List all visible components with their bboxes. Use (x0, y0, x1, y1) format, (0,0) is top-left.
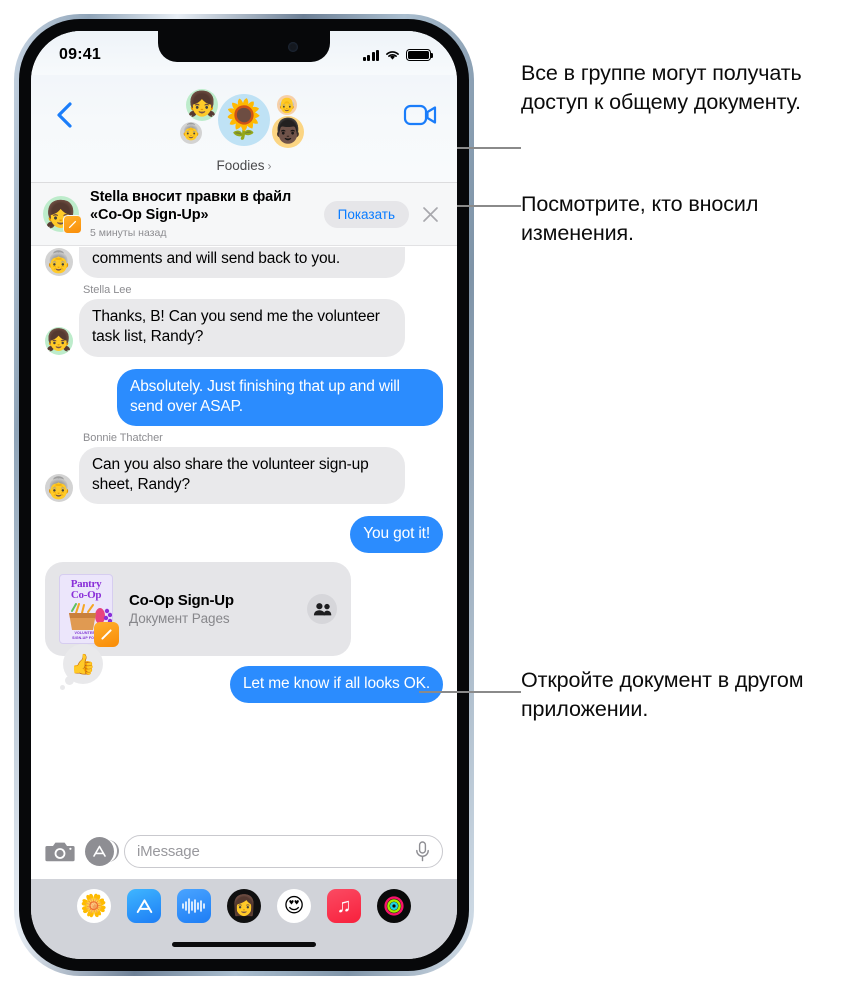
back-button[interactable] (49, 99, 81, 131)
document-kind: Документ Pages (129, 611, 230, 627)
iphone-screen: 09:41 🌻 👧 👵 👴 👨🏿 Foodies › 👧 Stella внос… (31, 31, 457, 959)
group-avatar-cluster[interactable]: 🌻 👧 👵 👴 👨🏿 (164, 89, 324, 157)
message-list[interactable]: 👵 Orientation Handbook, Meena! Adding co… (31, 247, 457, 823)
dock-app-store[interactable] (127, 889, 161, 923)
close-x-icon[interactable] (417, 201, 443, 227)
message-bubble[interactable]: Absolutely. Just finishing that up and w… (117, 368, 448, 427)
message-row: 👵 Orientation Handbook, Meena! Adding co… (45, 247, 443, 279)
chevron-right-icon: › (267, 158, 272, 173)
document-attachment-row: Pantry Co-Op VOLUNTEER SIGN-UP FORM Co-O… (45, 562, 443, 657)
dock-app-memoji-1[interactable]: 👩 (227, 889, 261, 923)
app-store-icon[interactable] (85, 836, 119, 866)
document-name: Co-Op Sign-Up (129, 592, 234, 610)
message-sender-name: Bonnie Thatcher (83, 431, 163, 444)
group-name-button[interactable]: Foodies › (31, 158, 457, 173)
message-group-bonnie-handbook: 👵 Orientation Handbook, Meena! Adding co… (45, 247, 443, 279)
camera-icon[interactable] (45, 838, 75, 864)
collab-title: Stella вносит правки в файл «Co-Op Sign-… (90, 188, 292, 223)
callout-open-in-other-app: Откройте документ в другом приложении. (521, 668, 804, 721)
dock-app-voice-memo[interactable] (177, 889, 211, 923)
document-attachment-card[interactable]: Pantry Co-Op VOLUNTEER SIGN-UP FORM Co-O… (45, 562, 351, 657)
home-indicator (172, 942, 316, 947)
avatar-main-sunflower: 🌻 (218, 94, 270, 146)
collab-text-block: Stella вносит правки в файл «Co-Op Sign-… (90, 189, 318, 239)
waveform-icon (182, 898, 205, 914)
avatar-top-left-memoji: 👧 (186, 89, 218, 121)
app-store-glyph-icon (136, 898, 152, 913)
message-group-me-looksok: 👍 Let me know if all looks OK. (45, 644, 449, 704)
iphone-device-frame: 09:41 🌻 👧 👵 👴 👨🏿 Foodies › 👧 Stella внос… (14, 14, 474, 976)
message-avatar: 👵 (45, 248, 73, 277)
imessage-app-dock: 🌼 👩 😍 ♫ (31, 879, 457, 959)
thumbs-up-reaction[interactable]: 👍 (60, 644, 103, 691)
callout-everyone-access: Все в группе могут получать доступ к общ… (521, 61, 802, 114)
avatar-bottom-left-memoji: 👵 (180, 122, 202, 144)
message-row: Absolutely. Just finishing that up and w… (45, 368, 448, 427)
message-group-bonnie-signup: Bonnie Thatcher 👵 Can you also share the… (45, 431, 443, 505)
message-bubble[interactable]: Orientation Handbook, Meena! Adding comm… (74, 247, 405, 279)
front-camera-icon (288, 42, 298, 52)
message-group-me-absolutely: Absolutely. Just finishing that up and w… (45, 368, 448, 427)
two-people-icon[interactable] (307, 594, 337, 625)
iphone-bezel: 09:41 🌻 👧 👵 👴 👨🏿 Foodies › 👧 Stella внос… (19, 19, 469, 971)
pages-app-icon (63, 215, 82, 234)
activity-rings-icon (384, 896, 404, 916)
collab-avatar-wrapper: 👧 (43, 196, 82, 234)
callout-leader-line (419, 691, 521, 693)
imessage-placeholder: iMessage (137, 842, 200, 860)
collab-timestamp: 5 минуты назад (90, 227, 167, 240)
dock-app-photos[interactable]: 🌼 (77, 889, 111, 923)
collab-show-button[interactable]: Показать (323, 200, 409, 228)
callout-see-who-changed: Посмотрите, кто вносил изменения. (521, 192, 759, 245)
dock-app-music[interactable]: ♫ (327, 889, 361, 923)
message-row: You got it! (45, 516, 448, 554)
status-bar-indicators (362, 49, 434, 61)
message-bubble[interactable]: Thanks, B! Can you send me the volunteer… (74, 299, 405, 357)
message-input-bar: iMessage (31, 823, 457, 879)
message-row: 👧 Thanks, B! Can you send me the volunte… (45, 299, 443, 357)
battery-icon (406, 49, 434, 61)
dock-app-fitness[interactable] (377, 889, 411, 923)
avatar-bottom-right-memoji: 👨🏿 (272, 116, 304, 148)
imessage-input[interactable]: iMessage (124, 834, 443, 868)
device-notch (158, 31, 330, 62)
message-sender-name: Stella Lee (83, 284, 132, 297)
document-metadata: Co-Op Sign-Up Документ Pages (129, 592, 307, 626)
message-group-stella-tasklist: Stella Lee 👧 Thanks, B! Can you send me … (45, 284, 443, 357)
status-bar-time: 09:41 (59, 46, 101, 63)
document-thumbnail-wrapper: Pantry Co-Op VOLUNTEER SIGN-UP FORM (59, 574, 119, 648)
document-thumbnail-title: Pantry Co-Op (70, 578, 102, 602)
message-group-me-yougotit: You got it! (45, 516, 448, 554)
callout-leader-line (449, 205, 521, 207)
message-bubble[interactable]: You got it! (350, 516, 448, 554)
message-avatar: 👵 (45, 474, 73, 503)
message-bubble[interactable]: Let me know if all looks OK. (229, 666, 449, 704)
facetime-video-button[interactable] (403, 101, 439, 129)
avatar-top-right-memoji: 👴 (277, 95, 297, 115)
message-avatar: 👧 (45, 326, 73, 355)
dock-app-memoji-2[interactable]: 😍 (277, 889, 311, 923)
microphone-icon[interactable] (415, 840, 430, 862)
collaboration-banner: 👧 Stella вносит правки в файл «Co-Op Sig… (31, 183, 457, 246)
message-bubble[interactable]: Can you also share the volunteer sign-up… (74, 446, 405, 505)
message-row: 👵 Can you also share the volunteer sign-… (45, 446, 443, 505)
cellular-bars-icon (362, 49, 379, 61)
group-name-label: Foodies (216, 158, 265, 173)
pages-app-icon (94, 622, 119, 648)
wifi-icon (386, 51, 399, 60)
